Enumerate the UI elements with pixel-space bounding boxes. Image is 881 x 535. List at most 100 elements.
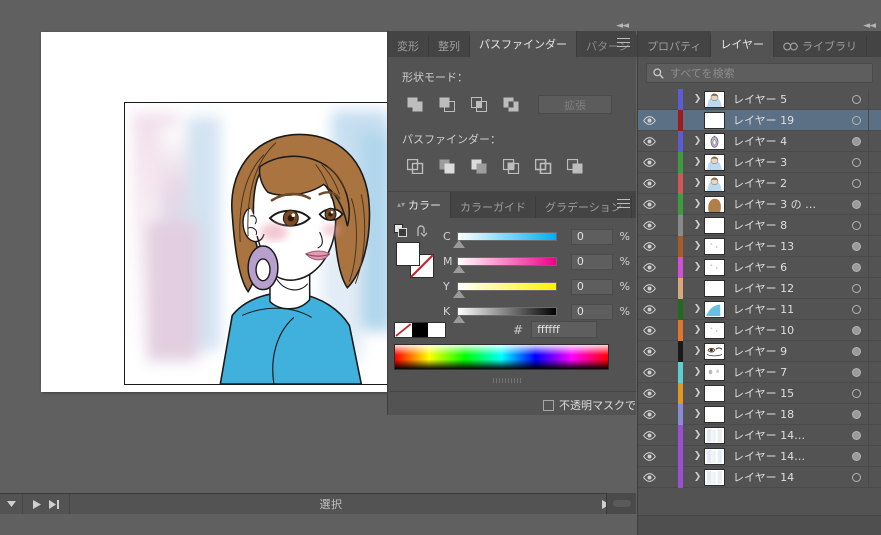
- quick-swatches[interactable]: [394, 322, 446, 338]
- layer-target-circle[interactable]: [852, 473, 861, 482]
- layer-list[interactable]: ❯ レイヤー 5 レイヤー 19 ❯ レイヤー 4 ❯ レイヤー 3 ❯ レイヤー 2 ❯ レイヤー…: [638, 89, 881, 515]
- tab-align[interactable]: 整列: [429, 35, 470, 57]
- layer-name[interactable]: レイヤー 14: [733, 469, 794, 485]
- artboard-nav[interactable]: [23, 494, 69, 515]
- status-bar[interactable]: 選択: [0, 493, 636, 514]
- layer-thumbnail[interactable]: [704, 363, 725, 381]
- fill-stroke-control[interactable]: [394, 224, 438, 278]
- layer-expand-toggle[interactable]: ❯: [691, 451, 704, 461]
- layer-target-circle[interactable]: [852, 410, 861, 419]
- layer-row[interactable]: ❯ レイヤー 8: [638, 214, 881, 236]
- layer-thumbnail[interactable]: [704, 90, 725, 108]
- layer-thumbnail[interactable]: [704, 237, 725, 255]
- layer-row[interactable]: ❯ レイヤー 11: [638, 298, 881, 320]
- trim-button[interactable]: [434, 156, 461, 177]
- layer-thumbnail[interactable]: [704, 279, 725, 297]
- layer-target-circle[interactable]: [852, 221, 861, 230]
- layer-visibility-toggle[interactable]: [638, 472, 660, 482]
- layer-name[interactable]: レイヤー 15: [733, 385, 794, 401]
- slider-track-c[interactable]: [453, 232, 557, 248]
- layer-row[interactable]: ❯ レイヤー 10: [638, 319, 881, 341]
- layer-target-circle[interactable]: [852, 284, 861, 293]
- layer-expand-toggle[interactable]: ❯: [691, 157, 704, 167]
- layer-expand-toggle[interactable]: ❯: [691, 367, 704, 377]
- zoom-dropdown[interactable]: [0, 494, 22, 515]
- hex-input[interactable]: ffffff: [531, 321, 598, 338]
- slider-track-m[interactable]: [453, 257, 557, 273]
- layer-thumbnail[interactable]: [704, 174, 725, 192]
- layer-visibility-toggle[interactable]: [638, 325, 660, 335]
- layer-name[interactable]: レイヤー 9: [733, 343, 787, 359]
- layer-target-circle[interactable]: [852, 431, 861, 440]
- layer-expand-toggle[interactable]: ❯: [691, 304, 704, 314]
- layer-name[interactable]: レイヤー 4: [733, 133, 787, 149]
- layer-name[interactable]: レイヤー 11: [733, 301, 794, 317]
- opacity-mask-option[interactable]: 不透明マスクで: [543, 397, 636, 413]
- collapse-panels-icon[interactable]: ◄◄: [616, 21, 629, 31]
- layer-thumbnail[interactable]: [704, 342, 725, 360]
- layer-visibility-toggle[interactable]: [638, 283, 660, 293]
- layer-name[interactable]: レイヤー 7: [733, 364, 787, 380]
- layer-row[interactable]: ❯ レイヤー 9: [638, 340, 881, 362]
- layer-visibility-toggle[interactable]: [638, 388, 660, 398]
- tab-properties[interactable]: プロパティ: [638, 35, 712, 57]
- layer-expand-toggle[interactable]: ❯: [691, 199, 704, 209]
- layer-target-circle[interactable]: [852, 263, 861, 272]
- outline-button[interactable]: [530, 156, 557, 177]
- layer-target-circle[interactable]: [852, 95, 861, 104]
- shape-mode-buttons[interactable]: 拡張: [388, 94, 636, 115]
- layer-name[interactable]: レイヤー 19: [733, 112, 794, 128]
- layer-target-circle[interactable]: [852, 179, 861, 188]
- layer-name[interactable]: レイヤー 14…: [733, 427, 805, 443]
- layer-row[interactable]: ❯ レイヤー 4: [638, 130, 881, 152]
- intersect-button[interactable]: [466, 94, 493, 115]
- hex-input-group[interactable]: # ffffff: [513, 321, 598, 338]
- layer-row[interactable]: ❯ レイヤー 14…: [638, 445, 881, 467]
- layer-thumbnail[interactable]: [704, 405, 725, 423]
- layer-thumbnail[interactable]: [704, 468, 725, 486]
- default-fill-stroke-icon[interactable]: [394, 224, 407, 237]
- fill-swatch[interactable]: [396, 242, 420, 266]
- layer-row[interactable]: ❯ レイヤー 5: [638, 89, 881, 110]
- layer-expand-toggle[interactable]: ❯: [691, 136, 704, 146]
- slider-thumb-c[interactable]: [453, 240, 466, 248]
- layer-name[interactable]: レイヤー 12: [733, 280, 794, 296]
- black-swatch[interactable]: [411, 323, 429, 337]
- layer-row[interactable]: レイヤー 19: [638, 109, 881, 131]
- layer-visibility-toggle[interactable]: [638, 346, 660, 356]
- layer-name[interactable]: レイヤー 6: [733, 259, 787, 275]
- layer-target-circle[interactable]: [852, 200, 861, 209]
- layer-target-circle[interactable]: [852, 242, 861, 251]
- layer-row[interactable]: ❯ レイヤー 14: [638, 466, 881, 488]
- layer-visibility-toggle[interactable]: [638, 430, 660, 440]
- slider-row-c[interactable]: C 0 %: [443, 224, 630, 249]
- tab-color-guide[interactable]: カラーガイド: [451, 196, 537, 218]
- layers-tabstrip[interactable]: プロパティ レイヤー ライブラリ: [638, 31, 881, 57]
- layer-thumbnail[interactable]: [704, 426, 725, 444]
- layer-name[interactable]: レイヤー 18: [733, 406, 794, 422]
- panel-menu-icon[interactable]: [617, 38, 630, 49]
- horizontal-scrollbar[interactable]: [606, 493, 636, 514]
- panel-menu-icon[interactable]: [617, 199, 630, 210]
- layer-thumbnail[interactable]: [704, 195, 725, 213]
- layer-row[interactable]: ❯ レイヤー 3 の …: [638, 193, 881, 215]
- layer-thumbnail[interactable]: [704, 132, 725, 150]
- minus-back-button[interactable]: [562, 156, 589, 177]
- panel-resize-grip[interactable]: [493, 378, 523, 383]
- layer-visibility-toggle[interactable]: [638, 115, 660, 125]
- collapse-panels-icon[interactable]: ◄◄: [863, 21, 876, 31]
- tab-layers[interactable]: レイヤー: [711, 31, 775, 57]
- slider-thumb-m[interactable]: [453, 265, 466, 273]
- divide-button[interactable]: [402, 156, 429, 177]
- crop-button[interactable]: [498, 156, 525, 177]
- layer-expand-toggle[interactable]: ❯: [691, 220, 704, 230]
- slider-thumb-k[interactable]: [453, 315, 466, 323]
- layer-target-circle[interactable]: [852, 137, 861, 146]
- expand-button[interactable]: 拡張: [538, 95, 612, 114]
- artwork-illustration[interactable]: [124, 102, 405, 385]
- layer-visibility-toggle[interactable]: [638, 178, 660, 188]
- layer-visibility-toggle[interactable]: [638, 367, 660, 377]
- tab-color[interactable]: ▴▾ カラー: [388, 192, 452, 218]
- exclude-button[interactable]: [498, 94, 525, 115]
- layer-target-circle[interactable]: [852, 116, 861, 125]
